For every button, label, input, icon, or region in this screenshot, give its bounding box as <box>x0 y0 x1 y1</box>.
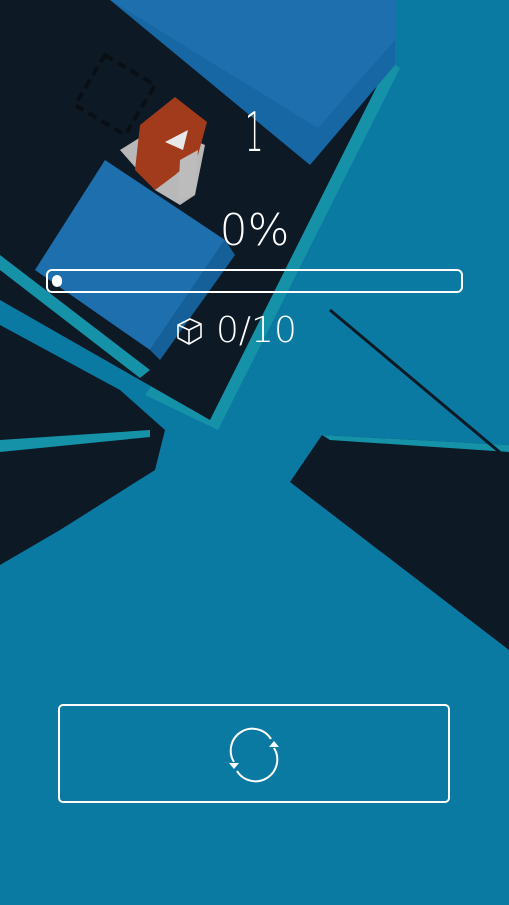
restart-button[interactable] <box>58 704 450 803</box>
restart-icon <box>229 727 279 783</box>
